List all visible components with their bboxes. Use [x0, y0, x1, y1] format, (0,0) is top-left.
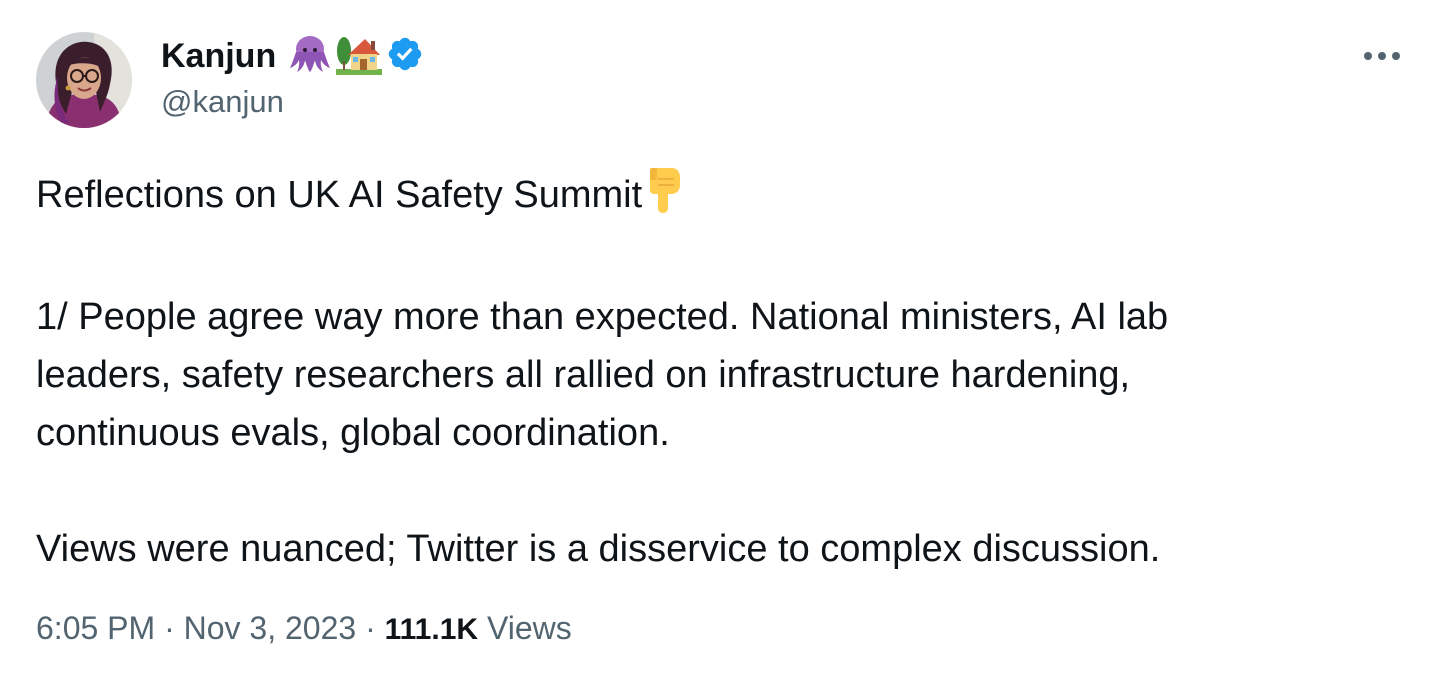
more-options-button[interactable]: [1352, 34, 1412, 78]
views-label: Views: [486, 610, 572, 646]
octopus-icon: [288, 34, 332, 79]
tweet-title-line: Reflections on UK AI Safety Summit: [36, 166, 1416, 230]
tweet-card: Kanjun @kanjun Reflections on UK AI Safe…: [0, 0, 1456, 683]
tweet-meta: 6:05 PM · Nov 3, 2023 · 111.1K Views: [36, 606, 572, 652]
author-handle[interactable]: @kanjun: [161, 82, 284, 122]
avatar-image: [36, 32, 132, 128]
avatar[interactable]: [36, 32, 132, 128]
tweet-text: Reflections on UK AI Safety Summit 1/ Pe…: [36, 166, 1416, 578]
tweet-date[interactable]: Nov 3, 2023: [184, 610, 357, 646]
tweet-title-text: Reflections on UK AI Safety Summit: [36, 174, 643, 216]
house-icon: [336, 33, 383, 80]
name-icons: [288, 33, 424, 80]
tweet-time[interactable]: 6:05 PM: [36, 610, 155, 646]
tweet-paragraph-2: Views were nuanced; Twitter is a disserv…: [36, 528, 1161, 570]
meta-separator: ·: [164, 610, 175, 646]
author-display-name[interactable]: Kanjun: [161, 34, 276, 78]
verified-badge-icon[interactable]: [386, 35, 424, 78]
views-count: 111.1K: [384, 613, 479, 646]
meta-separator: ·: [365, 610, 376, 646]
more-dots-icon: [1364, 52, 1400, 60]
tweet-paragraph-1: 1/ People agree way more than expected. …: [36, 296, 1169, 454]
point-down-icon: [644, 167, 684, 230]
author-name-row: Kanjun: [161, 34, 424, 78]
